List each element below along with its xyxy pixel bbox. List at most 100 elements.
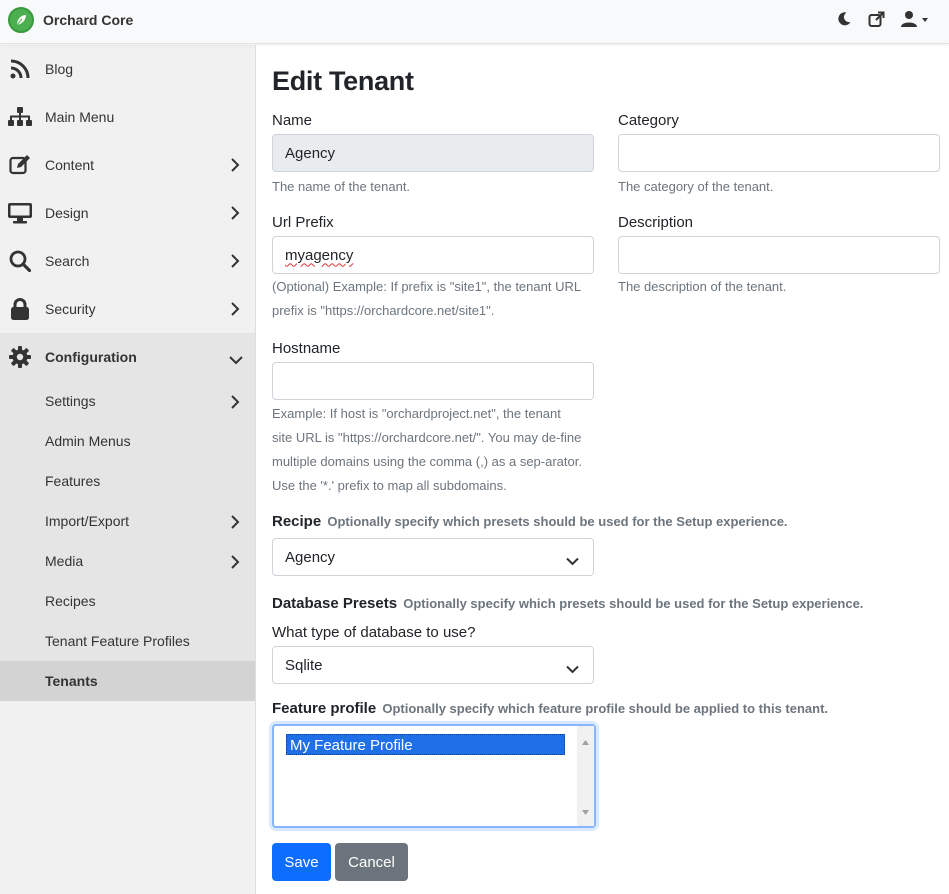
name-value: Agency (285, 144, 336, 162)
sidebar-subitem-features[interactable]: Features (0, 461, 255, 501)
sidebar-item-label: Import/Export (45, 513, 130, 529)
category-label: Category (618, 112, 679, 129)
category-help: The category of the tenant. (618, 179, 774, 194)
sidebar-item-configuration[interactable]: Configuration (0, 333, 255, 381)
database-presets-label: Database Presets (272, 595, 398, 612)
external-link-icon[interactable] (868, 11, 885, 28)
feature-profile-listbox[interactable]: My Feature Profile (272, 724, 596, 828)
orchard-core-logo-icon (8, 7, 34, 33)
chevron-right-icon (230, 515, 240, 532)
url-prefix-label: Url Prefix (272, 214, 334, 231)
database-type-label: What type of database to use? (272, 624, 476, 641)
chevron-right-icon (230, 555, 240, 572)
database-presets-heading: Database Presets Optionally specify whic… (272, 595, 863, 612)
admin-sidebar: Blog Main Menu Content Design Search Sec… (0, 45, 256, 894)
sidebar-item-blog[interactable]: Blog (0, 45, 255, 93)
hostname-label: Hostname (272, 340, 341, 357)
save-button[interactable]: Save (272, 843, 331, 881)
brand-link[interactable]: Orchard Core (8, 7, 133, 33)
category-input[interactable] (618, 134, 940, 172)
recipe-heading: Recipe Optionally specify which presets … (272, 513, 788, 530)
url-prefix-value: myagency (285, 246, 354, 264)
search-icon (8, 249, 32, 273)
description-field-group: Description The description of the tenan… (618, 214, 940, 299)
chevron-down-icon (566, 553, 579, 570)
sidebar-item-label: Search (45, 253, 90, 269)
cancel-button[interactable]: Cancel (335, 843, 408, 881)
name-label: Name (272, 112, 313, 129)
sidebar-item-main-menu[interactable]: Main Menu (0, 93, 255, 141)
dark-mode-moon-icon[interactable] (836, 11, 852, 27)
brand-name: Orchard Core (43, 12, 134, 28)
recipe-hint: Optionally specify which presets should … (327, 514, 788, 529)
sidebar-item-label: Configuration (45, 349, 137, 365)
feature-profile-label: Feature profile (272, 700, 377, 717)
hostname-input[interactable] (272, 362, 594, 400)
sidebar-item-label: Content (45, 157, 95, 173)
feature-profile-heading: Feature profile Optionally specify which… (272, 700, 828, 717)
gear-icon (8, 345, 32, 369)
sidebar-item-design[interactable]: Design (0, 189, 255, 237)
sidebar-item-label: Recipes (45, 593, 96, 609)
feature-profile-hint: Optionally specify which feature profile… (382, 701, 829, 716)
sidebar-subitem-recipes[interactable]: Recipes (0, 581, 255, 621)
url-prefix-help: (Optional) Example: If prefix is "site1"… (272, 279, 581, 318)
sidebar-item-label: Admin Menus (45, 433, 131, 449)
chevron-right-icon (230, 302, 240, 319)
recipe-label: Recipe (272, 513, 322, 530)
url-prefix-input[interactable]: myagency (272, 236, 594, 274)
sidebar-item-label: Media (45, 553, 84, 569)
page-title: Edit Tenant (272, 66, 414, 96)
description-input[interactable] (618, 236, 940, 274)
rss-icon (8, 57, 32, 81)
sidebar-item-content[interactable]: Content (0, 141, 255, 189)
name-field-group: Name Agency The name of the tenant. (272, 112, 594, 199)
sidebar-item-search[interactable]: Search (0, 237, 255, 285)
recipe-select[interactable]: Agency (272, 538, 594, 576)
desktop-icon (8, 201, 32, 225)
sidebar-item-label: Security (45, 301, 96, 317)
sidebar-subitem-tenant-feature-profiles[interactable]: Tenant Feature Profiles (0, 621, 255, 661)
top-navbar: Orchard Core (0, 0, 949, 44)
database-type-select[interactable]: Sqlite (272, 646, 594, 684)
sidebar-item-security[interactable]: Security (0, 285, 255, 333)
listbox-scrollbar[interactable] (577, 726, 594, 826)
chevron-right-icon (230, 158, 240, 175)
sidebar-subitem-media[interactable]: Media (0, 541, 255, 581)
hostname-field-group: Hostname Example: If host is "orchardpro… (272, 340, 594, 498)
name-help: The name of the tenant. (272, 179, 411, 194)
chevron-right-icon (230, 206, 240, 223)
edit-icon (8, 153, 32, 177)
user-menu-icon[interactable] (901, 10, 929, 28)
sidebar-item-label: Design (45, 205, 89, 221)
lock-icon (8, 297, 32, 321)
sidebar-item-label: Tenants (45, 673, 98, 689)
chevron-right-icon (230, 395, 240, 412)
chevron-down-icon (229, 352, 243, 368)
category-field-group: Category The category of the tenant. (618, 112, 940, 199)
configuration-submenu: Settings Admin Menus Features Import/Exp… (0, 381, 255, 701)
sidebar-item-label: Blog (45, 61, 74, 77)
scroll-down-arrow-icon[interactable] (582, 802, 589, 820)
name-input[interactable]: Agency (272, 134, 594, 172)
sidebar-item-label: Features (45, 473, 101, 489)
sidebar-item-label: Tenant Feature Profiles (45, 633, 190, 649)
description-label: Description (618, 214, 694, 231)
sitemap-icon (8, 105, 32, 129)
sidebar-subitem-settings[interactable]: Settings (0, 381, 255, 421)
description-help: The description of the tenant. (618, 279, 787, 294)
url-prefix-field-group: Url Prefix myagency (Optional) Example: … (272, 214, 594, 323)
scroll-up-arrow-icon[interactable] (582, 732, 589, 750)
sidebar-subitem-tenants[interactable]: Tenants (0, 661, 255, 701)
chevron-right-icon (230, 254, 240, 271)
feature-profile-option[interactable]: My Feature Profile (286, 734, 565, 755)
hostname-help: Example: If host is "orchardproject.net"… (272, 406, 582, 493)
recipe-selected-value: Agency (285, 548, 336, 566)
sidebar-item-label: Settings (45, 393, 96, 409)
sidebar-subitem-admin-menus[interactable]: Admin Menus (0, 421, 255, 461)
recipe-select-group: Agency (272, 533, 594, 576)
database-type-group: What type of database to use? Sqlite (272, 624, 594, 684)
database-type-selected-value: Sqlite (285, 656, 323, 674)
sidebar-item-label: Main Menu (45, 109, 115, 125)
sidebar-subitem-import-export[interactable]: Import/Export (0, 501, 255, 541)
